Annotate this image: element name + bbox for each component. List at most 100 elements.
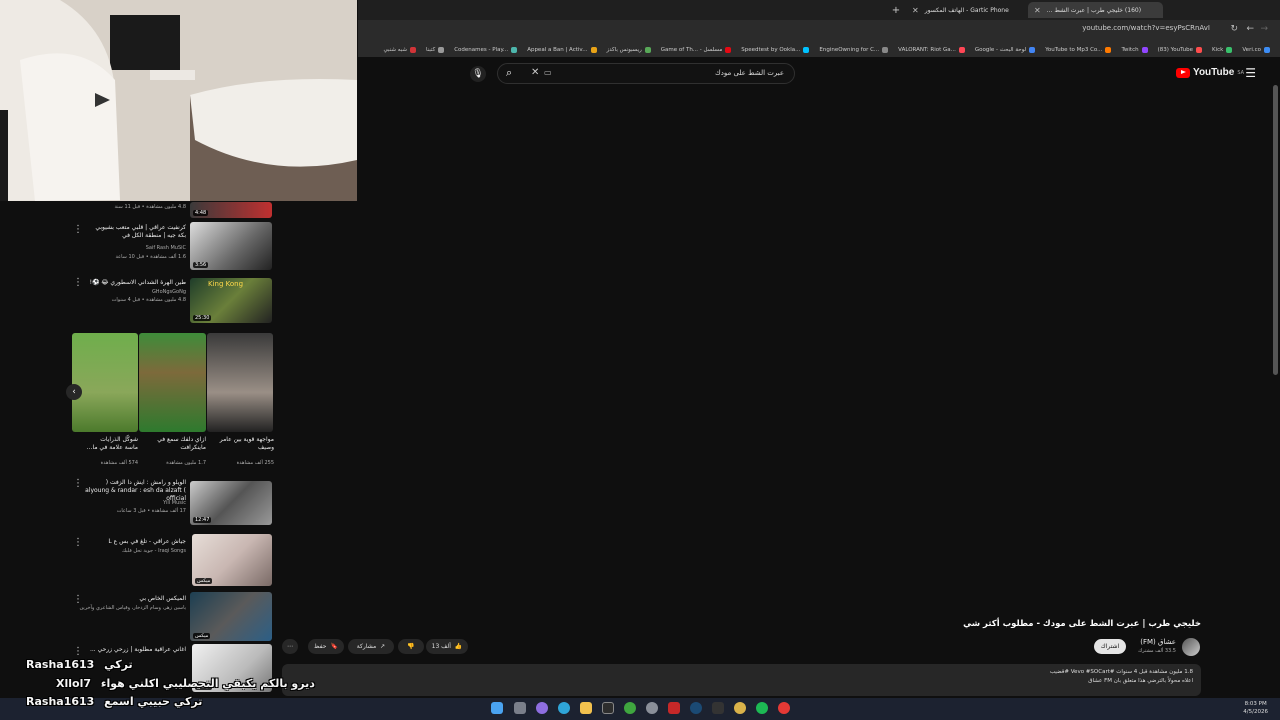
app-icon[interactable] [734,702,746,714]
short-thumbnail[interactable] [72,333,138,432]
more-options-icon[interactable]: ⋮ [73,478,83,489]
bookmark-item[interactable]: كتبنا [426,46,445,53]
channel-name[interactable]: GHoNgsGoNg [86,289,186,296]
search-input[interactable]: عبرت الشط على مودك ▭ ✕ ⌕ [497,63,795,84]
chrome-icon[interactable] [778,702,790,714]
bookmark-item[interactable]: Game of Th... - مسلسل [661,46,732,53]
bookmark-item[interactable]: VALORANT: Riot Ga... [898,46,965,53]
video-thumbnail[interactable]: 3:56 [190,222,272,270]
bookmark-icon: 🔖 [330,643,338,650]
bookmarks-bar: Veri.co Kick (83) YouTube Twitch YouTube to … [358,42,1280,57]
share-label: مشاركة [356,643,377,650]
reload-icon[interactable]: ↻ [1230,24,1238,34]
video-title[interactable]: الميكس الخاص بي [86,595,186,603]
shelf-prev-icon[interactable]: ‹ [66,384,82,400]
more-options-icon[interactable]: ⋮ [73,594,83,605]
keyboard-icon[interactable]: ▭ [544,68,552,77]
bookmark-item[interactable]: Codenames - Play... [454,46,518,53]
new-tab-button[interactable]: + [888,2,904,18]
like-icon: 👍 [454,643,463,650]
app-icon[interactable] [668,702,680,714]
date-text: 4/5/2026 [1243,709,1268,715]
channel-name[interactable]: Saif Rash MuSiC [86,245,186,252]
webcam-overlay [0,0,357,201]
short-thumbnail[interactable] [139,333,206,432]
more-options-icon[interactable]: ⋮ [73,646,83,657]
short-title[interactable]: ازاي دلفك سمع في ماينكرافت [156,436,206,452]
channel-name[interactable]: Yill Music [84,500,186,507]
spotify-icon[interactable] [756,702,768,714]
channel-avatar[interactable] [1182,638,1200,656]
more-options-icon[interactable]: ⋮ [73,224,83,235]
app-icon[interactable] [536,702,548,714]
mic-icon[interactable]: 🎙 [470,66,486,82]
bookmark-item[interactable]: ريسبونس باكدز [607,46,651,53]
address-bar[interactable]: youtube.com/watch?v=esyPsCRnAvI ↻ ← → [358,20,1280,42]
short-views: 255 ألف مشاهدة [236,460,274,466]
url-text[interactable]: youtube.com/watch?v=esyPsCRnAvI [1082,24,1210,32]
bookmark-item[interactable]: YouTube to Mp3 Co... [1045,46,1112,53]
video-thumbnail[interactable]: 4:48 [190,202,272,218]
more-options-icon[interactable]: ⋮ [73,277,83,288]
bookmark-item[interactable]: Kick [1212,46,1233,53]
steam-icon[interactable] [690,702,702,714]
bookmark-item[interactable]: Twitch [1121,46,1148,53]
video-thumbnail[interactable]: King Kong 25:30 [190,278,272,323]
short-title[interactable]: شوكّل الذرايات ماسة علامة في ما... [86,436,138,452]
video-title[interactable]: كرنفيت عراقي | قلبي متعب بشيوبي بكة جيه … [86,224,186,240]
edge-icon[interactable] [558,702,570,714]
description-meta: 1.8 مليون مشاهدة قبل 4 سنوات #Vevo #SOCa… [1049,669,1193,675]
xbox-icon[interactable] [624,702,636,714]
mix-thumbnail[interactable]: ميكس [192,534,272,586]
tab-close-icon[interactable]: ✕ [912,6,919,15]
short-thumbnail[interactable] [207,333,273,432]
share-button[interactable]: مشاركة ↗ [348,639,394,654]
channel-name[interactable]: Iraqi Songs - جوبة تحل قلبك [70,548,186,555]
search-taskbar-icon[interactable] [514,702,526,714]
browser-tab[interactable]: Gartic Phone - الهاتف المكسور ✕ [906,2,1026,18]
video-title[interactable]: جياش عراقي - تلغ في بس ع L [86,538,186,546]
video-title[interactable]: طين الهرة الشداني الاسطوري 😂 ⚽! [86,279,186,287]
bookmark-item[interactable]: Speedtest by Ookla... [741,46,810,53]
back-icon[interactable]: ← [1246,24,1254,34]
more-options-icon[interactable]: ⋮ [73,537,83,548]
clock[interactable]: 8:03 PM 4/5/2026 [1243,700,1268,716]
page-scrollbar[interactable] [1273,85,1278,375]
app-icon[interactable] [712,702,724,714]
channel-name[interactable]: ياسين زهر، وسام الزدخار، وقياس الشاعري و… [70,605,187,612]
bookmark-label: Twitch [1121,46,1139,53]
description-box[interactable]: 1.8 مليون مشاهدة قبل 4 سنوات #Vevo #SOCa… [282,664,1201,696]
settings-icon[interactable] [646,702,658,714]
bookmark-item[interactable]: Veri.co [1242,46,1270,53]
windows-start-icon[interactable] [491,702,503,714]
menu-icon[interactable]: ☰ [1245,66,1256,80]
video-thumbnail[interactable]: 12:47 [190,481,272,525]
bookmark-item[interactable]: شبه شنبي [383,46,416,53]
like-button[interactable]: 13 ألف 👍 [426,639,468,654]
explorer-icon[interactable] [580,702,592,714]
subscribe-button[interactable]: اشتراك [1094,639,1126,654]
bookmark-item[interactable]: EngineOwning for C... [819,46,889,53]
search-icon[interactable]: ⌕ [506,66,512,80]
video-title[interactable]: اغاني عراقية مطلوبة | زرحي زرحي ... [86,646,186,654]
save-button[interactable]: حفظ 🔖 [308,639,344,654]
browser-tab-active[interactable]: (160) خليجي طرب | عبرت الشط ... ✕ [1028,2,1163,18]
more-actions-button[interactable]: ⋯ [282,639,298,654]
store-icon[interactable] [602,702,614,714]
bookmark-item[interactable]: Appeal a Ban | Activ... [527,46,597,53]
dislike-button[interactable]: 👎 [398,639,424,654]
chat-text: تركي حبيبي اسمع [104,695,203,708]
youtube-logo[interactable]: YouTube SA [1176,67,1244,78]
chat-message: Rasha1613 تركي [26,658,133,671]
bookmark-favicon-icon [1226,46,1233,53]
short-title[interactable]: مواجهة قوية بين عامر وصيف [218,436,274,452]
bookmark-item[interactable]: Google - لوحة البحث [975,46,1036,53]
mix-badge: ميكس [193,633,211,639]
mix-thumbnail[interactable]: ميكس [190,592,272,641]
forward-icon[interactable]: → [1260,24,1268,34]
clear-search-icon[interactable]: ✕ [531,67,539,78]
bookmark-favicon-icon [803,46,810,53]
tab-close-icon[interactable]: ✕ [1034,6,1041,15]
bookmark-label: شبه شنبي [383,46,407,53]
bookmark-item[interactable]: (83) YouTube [1158,46,1202,53]
